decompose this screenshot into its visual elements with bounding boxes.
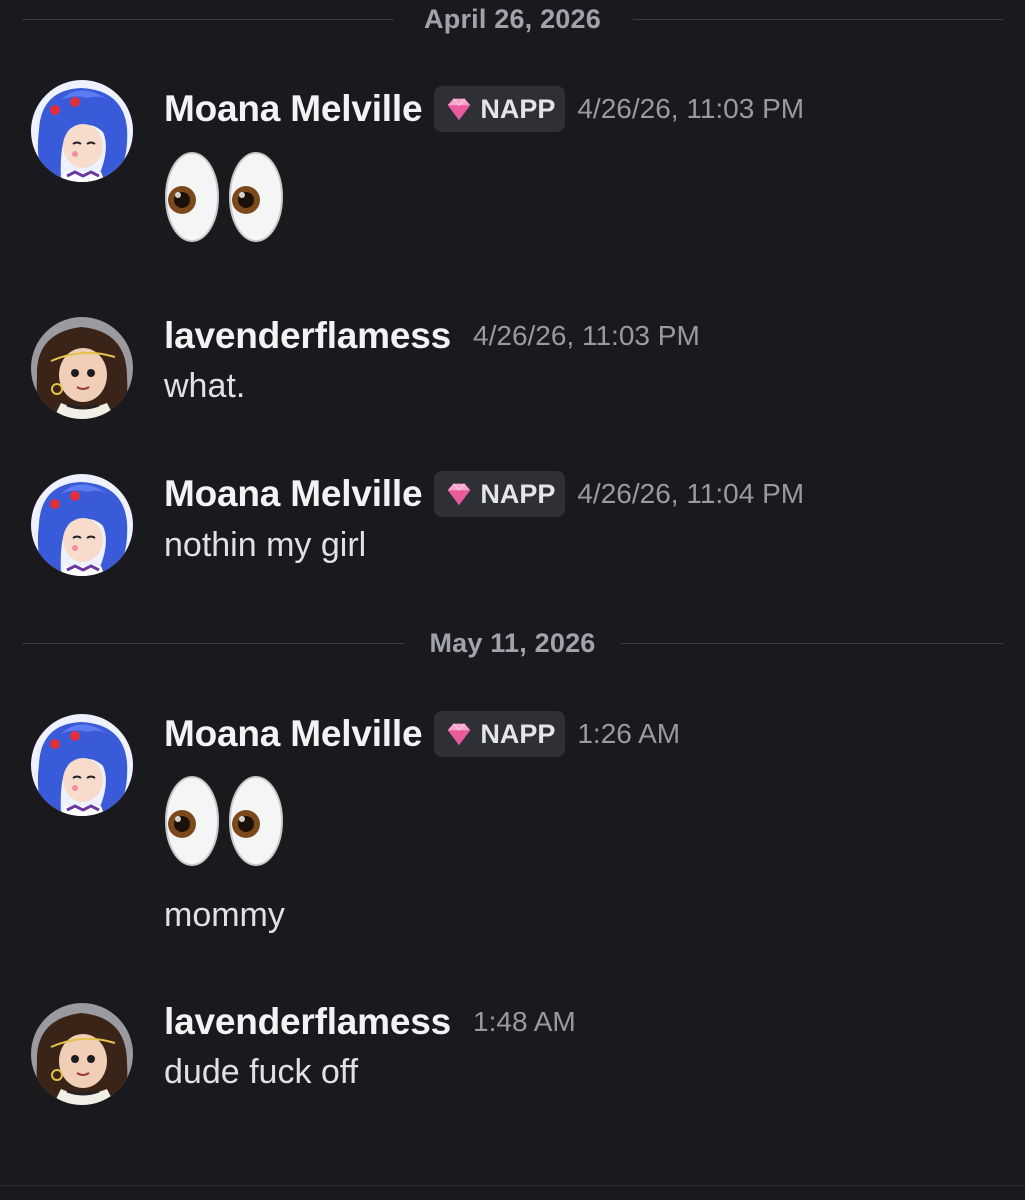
author-name[interactable]: lavenderflamess (164, 1001, 451, 1043)
message-text: what. (164, 367, 246, 405)
message-header: Moana Melville NAPP 1:26 AM (164, 709, 680, 759)
message-text: mommy (164, 896, 285, 934)
gem-icon (447, 98, 472, 121)
timestamp[interactable]: 1:26 AM (577, 718, 680, 750)
server-tag[interactable]: NAPP (434, 711, 566, 757)
avatar[interactable] (31, 80, 133, 182)
server-tag-label: NAPP (480, 478, 556, 509)
server-tag-label: NAPP (480, 93, 556, 124)
server-tag[interactable]: NAPP (434, 471, 566, 517)
message-header: lavenderflamess 4/26/26, 11:03 PM (164, 311, 700, 361)
server-tag[interactable]: NAPP (434, 86, 566, 132)
avatar[interactable] (31, 317, 133, 419)
author-name[interactable]: Moana Melville (164, 473, 423, 515)
avatar[interactable] (31, 714, 133, 816)
message-header: lavenderflamess 1:48 AM (164, 997, 576, 1047)
author-name[interactable]: Moana Melville (164, 713, 423, 755)
date-divider: April 26, 2026 (22, 4, 1003, 34)
eyes-emoji[interactable] (164, 774, 286, 873)
avatar[interactable] (31, 1003, 133, 1105)
author-name[interactable]: lavenderflamess (164, 315, 451, 357)
divider-line (621, 643, 1003, 644)
timestamp[interactable]: 4/26/26, 11:03 PM (473, 320, 700, 352)
timestamp[interactable]: 4/26/26, 11:04 PM (577, 478, 804, 510)
message-header: Moana Melville NAPP 4/26/26, 11:03 PM (164, 84, 804, 134)
bottom-divider (0, 1185, 1025, 1186)
date-divider: May 11, 2026 (22, 628, 1003, 658)
author-name[interactable]: Moana Melville (164, 88, 423, 130)
avatar[interactable] (31, 474, 133, 576)
message-text: dude fuck off (164, 1053, 359, 1091)
message-text: nothin my girl (164, 526, 367, 564)
gem-icon (447, 483, 472, 506)
timestamp[interactable]: 1:48 AM (473, 1006, 576, 1038)
eyes-emoji[interactable] (164, 150, 286, 249)
message-header: Moana Melville NAPP 4/26/26, 11:04 PM (164, 469, 804, 519)
timestamp[interactable]: 4/26/26, 11:03 PM (577, 93, 804, 125)
gem-icon (447, 723, 472, 746)
divider-line (633, 19, 1003, 20)
server-tag-label: NAPP (480, 718, 556, 749)
